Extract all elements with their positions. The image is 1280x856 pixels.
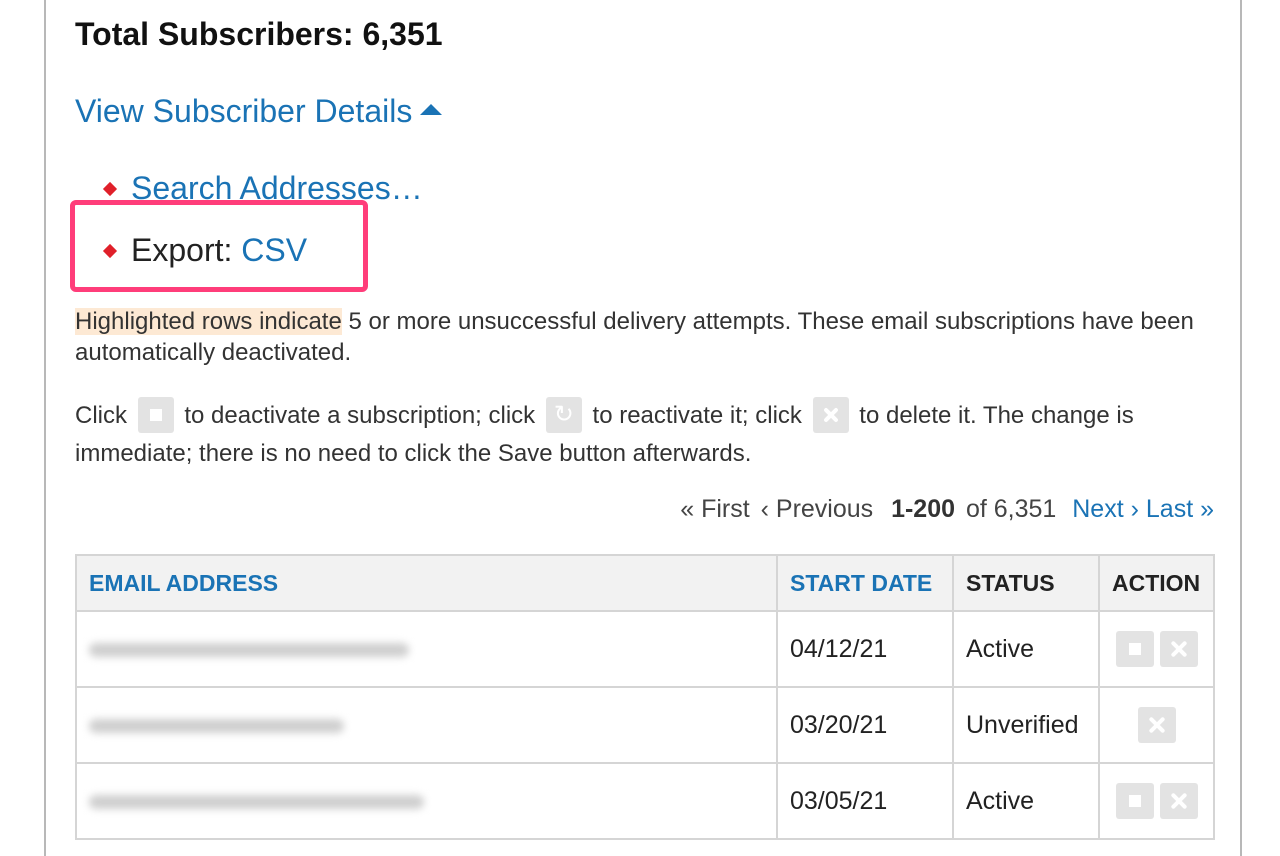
instruction-text: Click (75, 402, 127, 429)
blurred-email (89, 642, 409, 657)
column-header-status: STATUS (952, 554, 1100, 612)
pagination: « First ‹ Previous 1-200 of 6,351 Next ›… (678, 495, 1214, 524)
instruction-text: to reactivate it; click (592, 402, 802, 429)
blurred-email (89, 718, 344, 733)
table-row: 03/20/21 Unverified (75, 686, 1215, 764)
delete-button[interactable] (1159, 783, 1198, 819)
deactivate-button[interactable] (1115, 783, 1154, 819)
pager-next-link[interactable]: Next › (1072, 495, 1139, 523)
square-stop-icon (137, 396, 174, 433)
highlight-legend: Highlighted rows indicate (75, 308, 342, 335)
pager-last-link[interactable]: Last » (1146, 495, 1214, 523)
total-subscribers: Total Subscribers: 6,351 (75, 16, 443, 52)
column-header-start-date[interactable]: START DATE (776, 554, 954, 612)
status-cell: Active (952, 762, 1100, 840)
table-row: 04/12/21 Active (75, 610, 1215, 688)
action-cell (1098, 686, 1215, 764)
view-subscriber-details-link[interactable]: View Subscriber Details (75, 93, 443, 130)
action-cell (1098, 610, 1215, 688)
delete-button[interactable] (1137, 707, 1176, 743)
caret-up-icon (420, 104, 443, 115)
column-header-email[interactable]: EMAIL ADDRESS (75, 554, 778, 612)
table-header-row: EMAIL ADDRESS START DATE STATUS ACTION (75, 554, 1215, 612)
start-date-cell: 03/20/21 (776, 686, 954, 764)
close-x-icon (812, 396, 849, 433)
start-date-cell: 04/12/21 (776, 610, 954, 688)
start-date-cell: 03/05/21 (776, 762, 954, 840)
column-header-action: ACTION (1098, 554, 1215, 612)
delete-button[interactable] (1159, 631, 1198, 667)
details-link-label: View Subscriber Details (75, 93, 413, 129)
blurred-email (89, 794, 424, 809)
action-instructions: Click to deactivate a subscription; clic… (75, 396, 1215, 472)
pager-total: of 6,351 (965, 495, 1057, 523)
pager-first: « First (680, 495, 750, 523)
table-row: 03/05/21 Active (75, 762, 1215, 840)
action-cell (1098, 762, 1215, 840)
instruction-text: to deactivate a subscription; click (184, 402, 536, 429)
subscribers-table: EMAIL ADDRESS START DATE STATUS ACTION 0… (75, 554, 1215, 840)
email-cell-redacted (75, 610, 778, 688)
diamond-bullet-icon (102, 181, 118, 196)
pager-range: 1-200 (891, 495, 956, 523)
highlight-note: Highlighted rows indicate 5 or more unsu… (75, 306, 1215, 368)
email-cell-redacted (75, 686, 778, 764)
annotation-highlight-box (70, 200, 368, 292)
status-cell: Active (952, 610, 1100, 688)
deactivate-button[interactable] (1115, 631, 1154, 667)
pager-previous: ‹ Previous (760, 495, 874, 523)
refresh-icon (545, 396, 582, 433)
status-cell: Unverified (952, 686, 1100, 764)
email-cell-redacted (75, 762, 778, 840)
